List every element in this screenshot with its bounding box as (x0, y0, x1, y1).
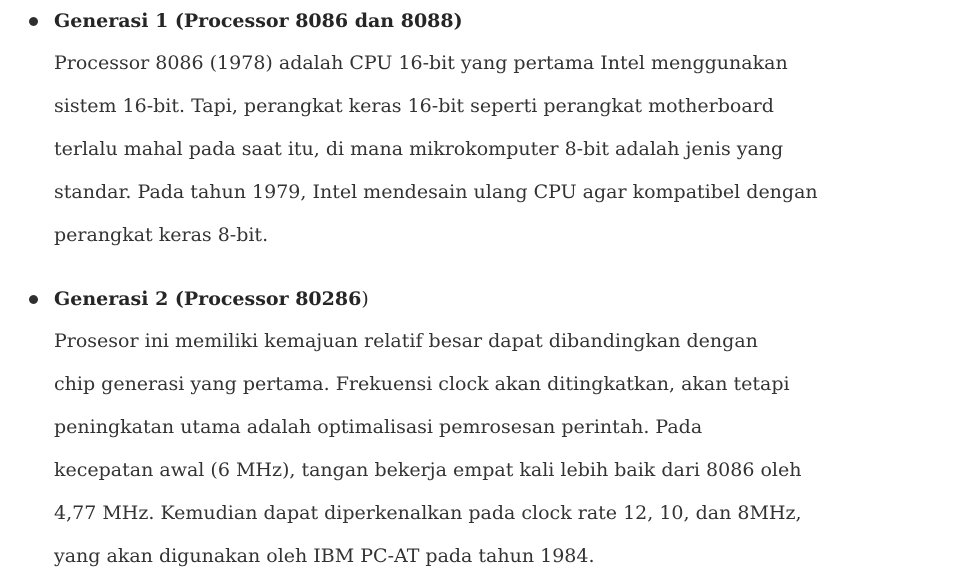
article-content: Generasi 1 (Processor 8086 dan 8088) Pro… (0, 0, 953, 578)
paragraph-line: yang akan digunakan oleh IBM PC-AT pada … (54, 545, 595, 567)
paragraph-line: chip generasi yang pertama. Frekuensi cl… (54, 373, 790, 395)
paragraph-line: Processor 8086 (1978) adalah CPU 16-bit … (54, 52, 788, 74)
bullet-icon (29, 17, 38, 26)
heading-bold: Generasi 1 (Processor 8086 dan 8088) (54, 10, 463, 32)
paragraph-line: peningkatan utama adalah optimalisasi pe… (54, 416, 703, 438)
heading-bold: Generasi 2 (Processor 80286 (54, 288, 362, 310)
item-paragraph: Prosesor ini memiliki kemajuan relatif b… (54, 320, 934, 578)
item-heading: Generasi 1 (Processor 8086 dan 8088) (54, 2, 463, 40)
paragraph-line: Prosesor ini memiliki kemajuan relatif b… (54, 330, 758, 352)
paragraph-line: kecepatan awal (6 MHz), tangan bekerja e… (54, 459, 802, 481)
paragraph-line: perangkat keras 8-bit. (54, 224, 269, 246)
paragraph-line: sistem 16-bit. Tapi, perangkat keras 16-… (54, 95, 774, 117)
item-heading: Generasi 2 (Processor 80286) (54, 280, 369, 318)
heading-tail: ) (361, 288, 369, 310)
item-paragraph: Processor 8086 (1978) adalah CPU 16-bit … (54, 42, 934, 257)
paragraph-line: terlalu mahal pada saat itu, di mana mik… (54, 138, 784, 160)
paragraph-line: 4,77 MHz. Kemudian dapat diperkenalkan p… (54, 502, 802, 524)
paragraph-line: standar. Pada tahun 1979, Intel mendesai… (54, 181, 818, 203)
bullet-icon (29, 295, 38, 304)
